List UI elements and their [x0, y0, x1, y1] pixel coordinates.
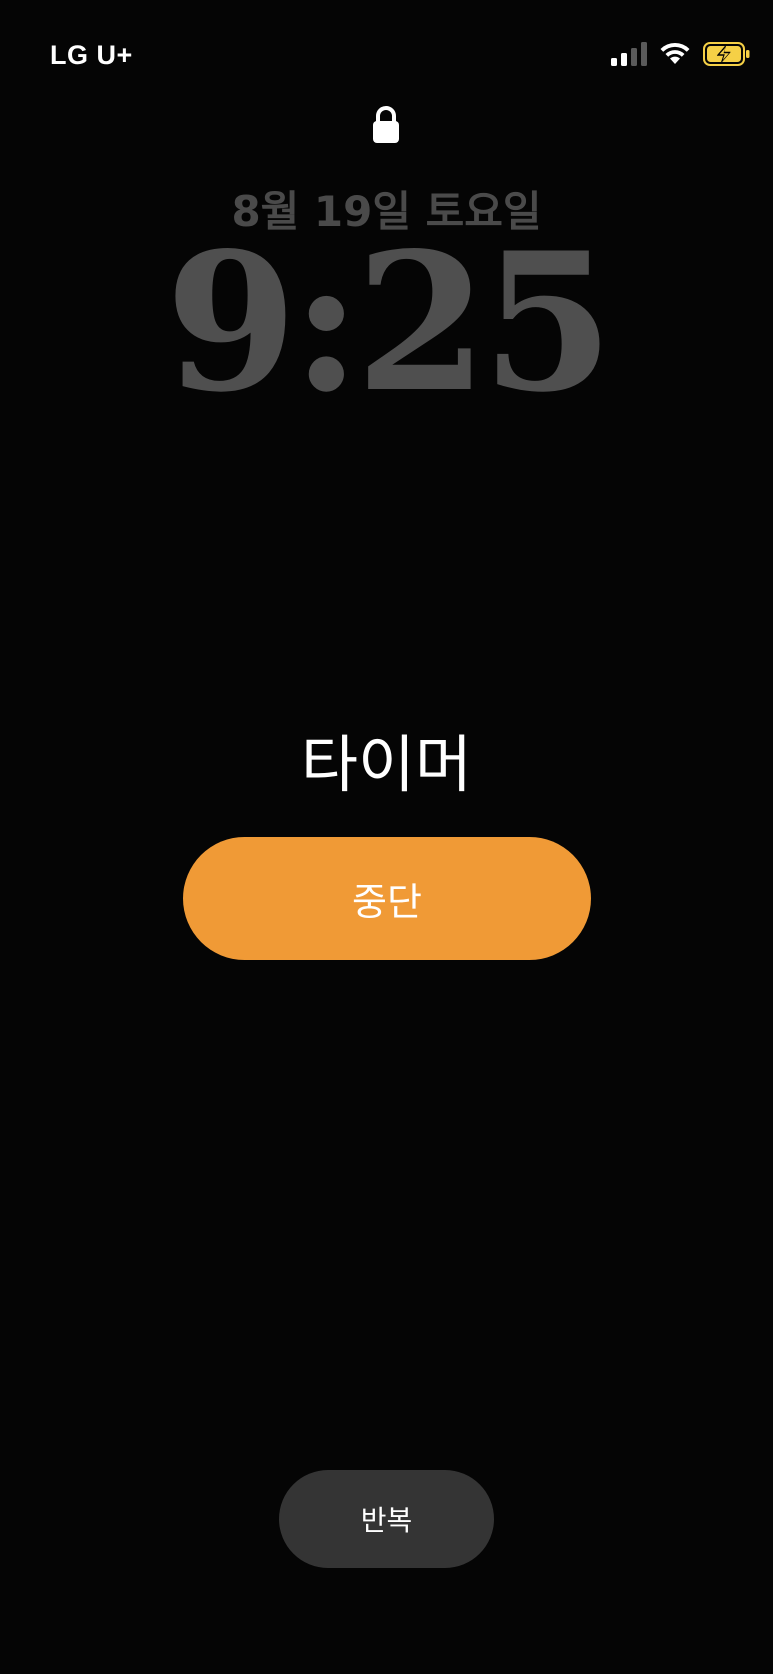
status-icons: [611, 42, 751, 66]
wifi-icon: [660, 42, 690, 64]
repeat-button[interactable]: 반복: [279, 1470, 494, 1568]
lock-time: 9:25: [165, 211, 614, 434]
stop-button[interactable]: 중단: [183, 837, 591, 960]
cellular-signal-icon: [611, 42, 647, 66]
status-bar: LG U+: [0, 0, 773, 120]
carrier-label: LG U+: [50, 40, 133, 70]
repeat-button-label: 반복: [360, 1504, 413, 1537]
timer-title: 타이머: [300, 728, 473, 801]
stop-button-label: 중단: [352, 880, 422, 924]
lock-icon: [373, 106, 399, 143]
battery-charging-icon: [703, 42, 750, 66]
